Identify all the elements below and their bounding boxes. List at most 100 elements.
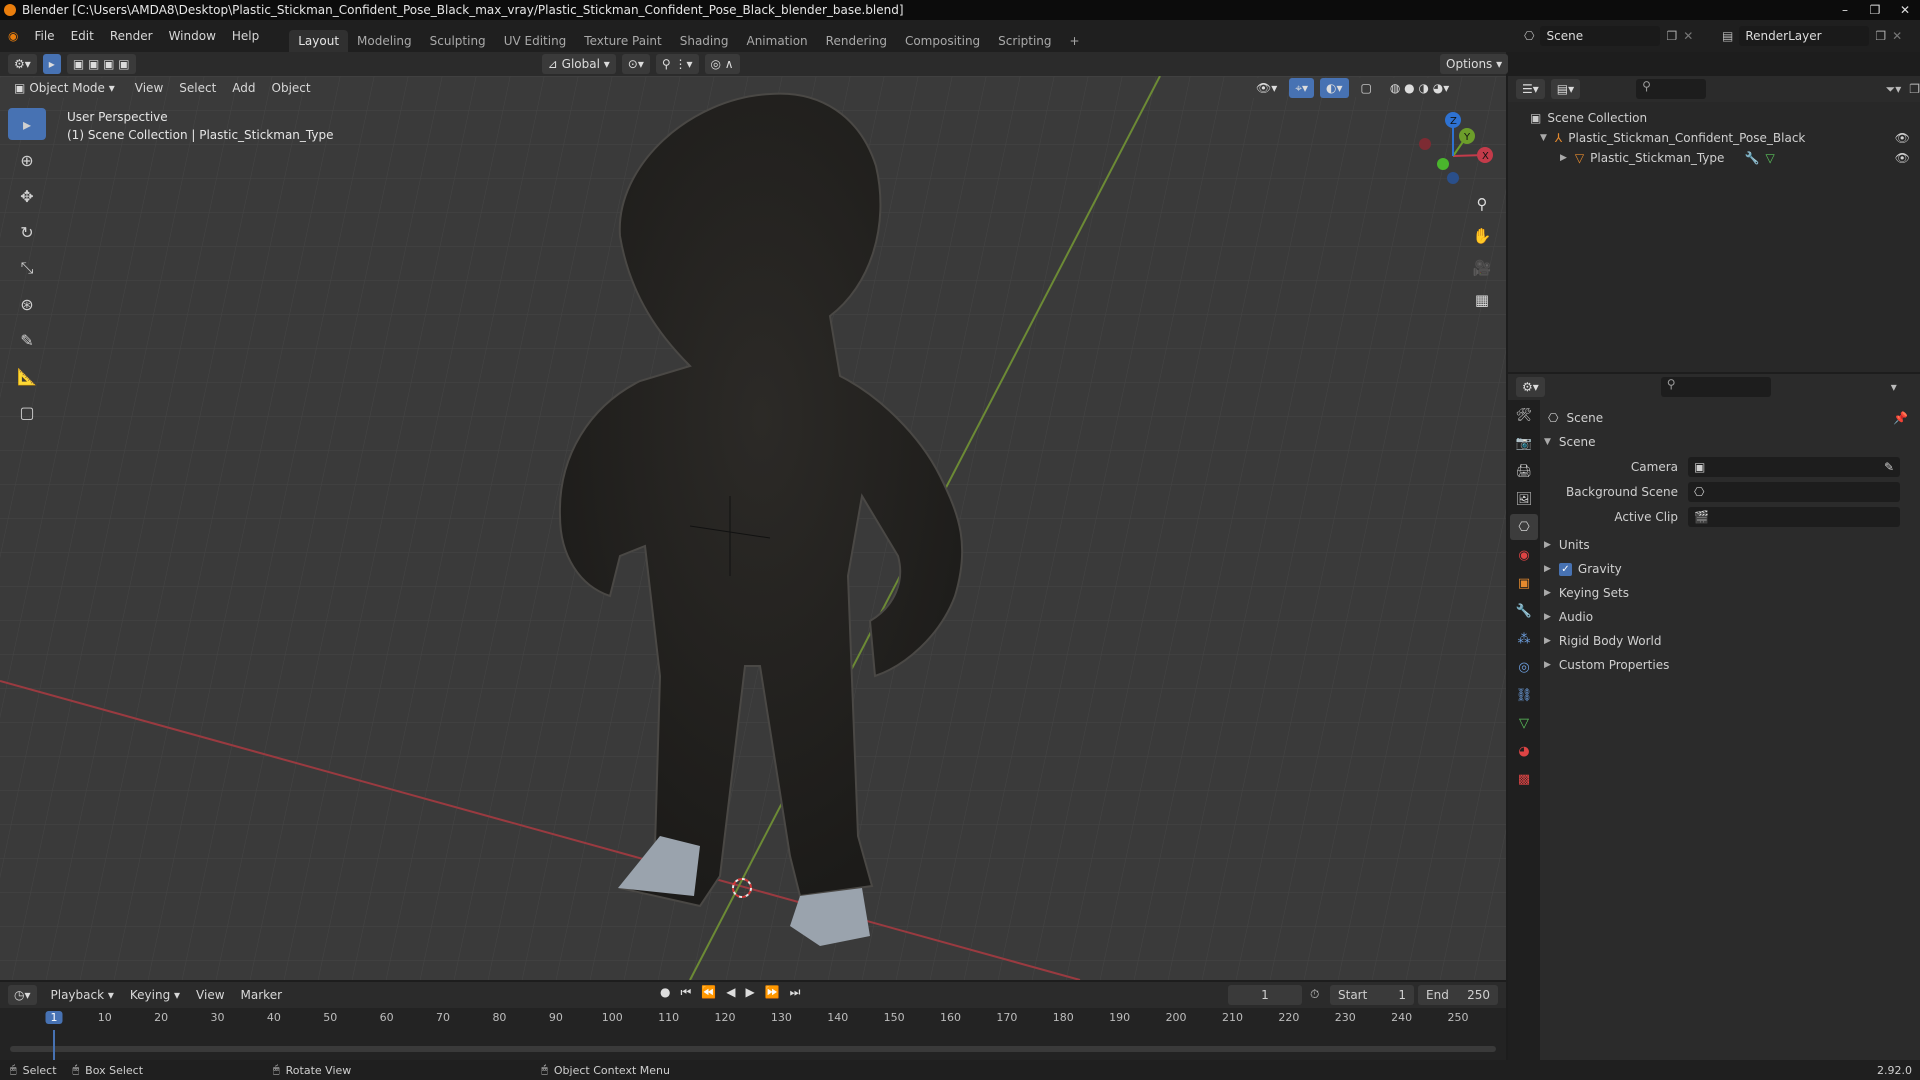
outliner-search-input[interactable]: ⚲ [1636,79,1706,99]
custom-properties-panel[interactable]: ▶ Custom Properties [1540,653,1920,677]
start-frame-field[interactable]: Start 1 [1330,985,1414,1005]
display-mode-icon[interactable]: ▤▾ [1550,79,1581,99]
add-cube-tool-icon[interactable]: ▢ [8,396,46,428]
outliner-editor-icon[interactable]: ☰▾ [1516,79,1545,99]
gravity-panel[interactable]: ▶ ✓ Gravity [1540,557,1920,581]
panel-options-icon[interactable]: ▾ [1891,380,1897,394]
camera-view-icon[interactable]: 🎥 [1468,254,1496,282]
timeline-scrollbar[interactable] [10,1046,1496,1052]
pivot-point-icon[interactable]: ⊙▾ [621,54,650,74]
gizmo-toggle-icon[interactable]: ⌖▾ [1289,78,1315,98]
tab-uv-editing[interactable]: UV Editing [495,30,576,52]
tool-tab-icon[interactable]: 🛠 [1510,402,1538,428]
active-clip-field[interactable]: 🎬 [1688,506,1900,527]
move-tool-icon[interactable]: ✥ [8,180,46,212]
material-tab-icon[interactable]: ◕ [1510,738,1538,764]
maximize-button[interactable]: ❐ [1860,0,1890,20]
menu-view[interactable]: View [188,988,232,1002]
expand-arrow-icon[interactable]: ▶ [1544,660,1551,670]
zoom-icon[interactable]: ⚲ [1468,190,1496,218]
remove-scene-icon[interactable]: ✕ [1683,29,1693,43]
options-dropdown[interactable]: Options ▾ [1440,54,1509,74]
tab-layout[interactable]: Layout [289,30,349,52]
scene-panel-header[interactable]: ▼ Scene [1540,430,1920,454]
expand-arrow-icon[interactable]: ▼ [1540,133,1547,143]
camera-field[interactable]: ▣ ✎ [1688,456,1900,477]
physics-tab-icon[interactable]: ◎ [1510,654,1538,680]
tab-sculpting[interactable]: Sculpting [421,30,495,52]
world-tab-icon[interactable]: ◉ [1510,542,1538,568]
menu-select[interactable]: Select [171,81,224,95]
units-panel[interactable]: ▶ Units [1540,533,1920,557]
object-tab-icon[interactable]: ▣ [1510,570,1538,596]
pan-hand-icon[interactable]: ✋ [1468,222,1496,250]
particles-tab-icon[interactable]: ⁂ [1510,626,1538,652]
new-render-layer-icon[interactable]: ❐ [1875,29,1886,43]
editor-type-icon[interactable]: ⚙▾ [8,54,37,74]
menu-keying[interactable]: Keying ▾ [122,988,188,1002]
add-workspace-button[interactable]: + [1061,30,1089,52]
visibility-eye-icon[interactable]: 👁 [1895,151,1910,165]
tab-texture-paint[interactable]: Texture Paint [575,30,670,52]
new-collection-icon[interactable]: ❐ [1909,82,1920,96]
transform-tool-icon[interactable]: ⊛ [8,288,46,320]
visibility-icon[interactable]: 👁▾ [1250,78,1284,98]
ortho-grid-icon[interactable]: ▦ [1468,286,1496,314]
mode-dropdown[interactable]: ▣ Object Mode ▾ [8,78,121,98]
tab-shading[interactable]: Shading [671,30,738,52]
menu-view[interactable]: View [127,81,171,95]
tab-animation[interactable]: Animation [737,30,816,52]
measure-tool-icon[interactable]: 📐 [8,360,46,392]
timeline-editor-icon[interactable]: ◷▾ [8,985,37,1005]
render-layer-icon[interactable]: ▤ [1722,29,1733,43]
blender-menu-icon[interactable]: ◉ [0,29,26,43]
menu-add[interactable]: Add [224,81,263,95]
minimize-button[interactable]: – [1830,0,1860,20]
current-frame-field[interactable]: 1 [1228,985,1302,1005]
tab-compositing[interactable]: Compositing [896,30,989,52]
navigation-gizmo[interactable]: X Y Z [1405,110,1495,200]
collapse-arrow-icon[interactable]: ▼ [1544,437,1551,447]
expand-arrow-icon[interactable]: ▶ [1544,636,1551,646]
filter-icon[interactable]: ⏷▾ [1886,82,1902,97]
select-tool-icon[interactable]: ▸ [42,54,61,74]
selection-mode-icons[interactable]: ▣ ▣ ▣ ▣ [66,54,136,74]
close-button[interactable]: ✕ [1890,0,1920,20]
view-layer-tab-icon[interactable]: 🖼 [1510,486,1538,512]
outliner-row-empty[interactable]: ▼ ⅄ Plastic_Stickman_Confident_Pose_Blac… [1530,128,1920,148]
scene-tab-icon[interactable]: ⎔ [1510,514,1538,540]
3d-viewport[interactable] [0,76,1506,980]
frame-ruler[interactable]: 1 10 20 30 40 50 60 70 80 90 100 110 120 130 140 150 160… [0,1008,1506,1030]
menu-object[interactable]: Object [264,81,319,95]
menu-marker[interactable]: Marker [233,988,290,1002]
output-tab-icon[interactable]: 🖨 [1510,458,1538,484]
menu-edit[interactable]: Edit [63,29,102,43]
play-reverse-icon[interactable]: ◀ [726,985,735,1000]
pin-icon[interactable]: 📌 [1893,411,1908,425]
end-frame-field[interactable]: End 250 [1418,985,1498,1005]
play-icon[interactable]: ▶ [745,985,754,1000]
tab-scripting[interactable]: Scripting [989,30,1060,52]
expand-arrow-icon[interactable]: ▶ [1544,588,1551,598]
record-icon[interactable]: ● [660,985,670,1000]
constraints-tab-icon[interactable]: ⛓ [1510,682,1538,708]
menu-help[interactable]: Help [224,29,267,43]
preview-range-icon[interactable]: ⏱ [1310,987,1319,1002]
menu-file[interactable]: File [26,29,62,43]
playhead[interactable] [53,1030,55,1060]
audio-panel[interactable]: ▶ Audio [1540,605,1920,629]
render-tab-icon[interactable]: 📷 [1510,430,1538,456]
eyedropper-icon[interactable]: ✎ [1884,460,1894,474]
properties-search-input[interactable]: ⚲ [1660,377,1771,397]
background-scene-field[interactable]: ⎔ [1688,481,1900,502]
keying-sets-panel[interactable]: ▶ Keying Sets [1540,581,1920,605]
visibility-eye-icon[interactable]: 👁 [1895,131,1910,145]
expand-arrow-icon[interactable]: ▶ [1544,612,1551,622]
axis-gizmo[interactable]: X Y Z [1405,110,1495,200]
tab-modeling[interactable]: Modeling [348,30,421,52]
annotate-tool-icon[interactable]: ✎ [8,324,46,356]
menu-playback[interactable]: Playback ▾ [43,988,122,1002]
scene-icon[interactable]: ⎔ [1524,29,1534,43]
shading-modes-icon[interactable]: ◍ ● ◑ ◕▾ [1383,78,1456,98]
menu-window[interactable]: Window [161,29,224,43]
